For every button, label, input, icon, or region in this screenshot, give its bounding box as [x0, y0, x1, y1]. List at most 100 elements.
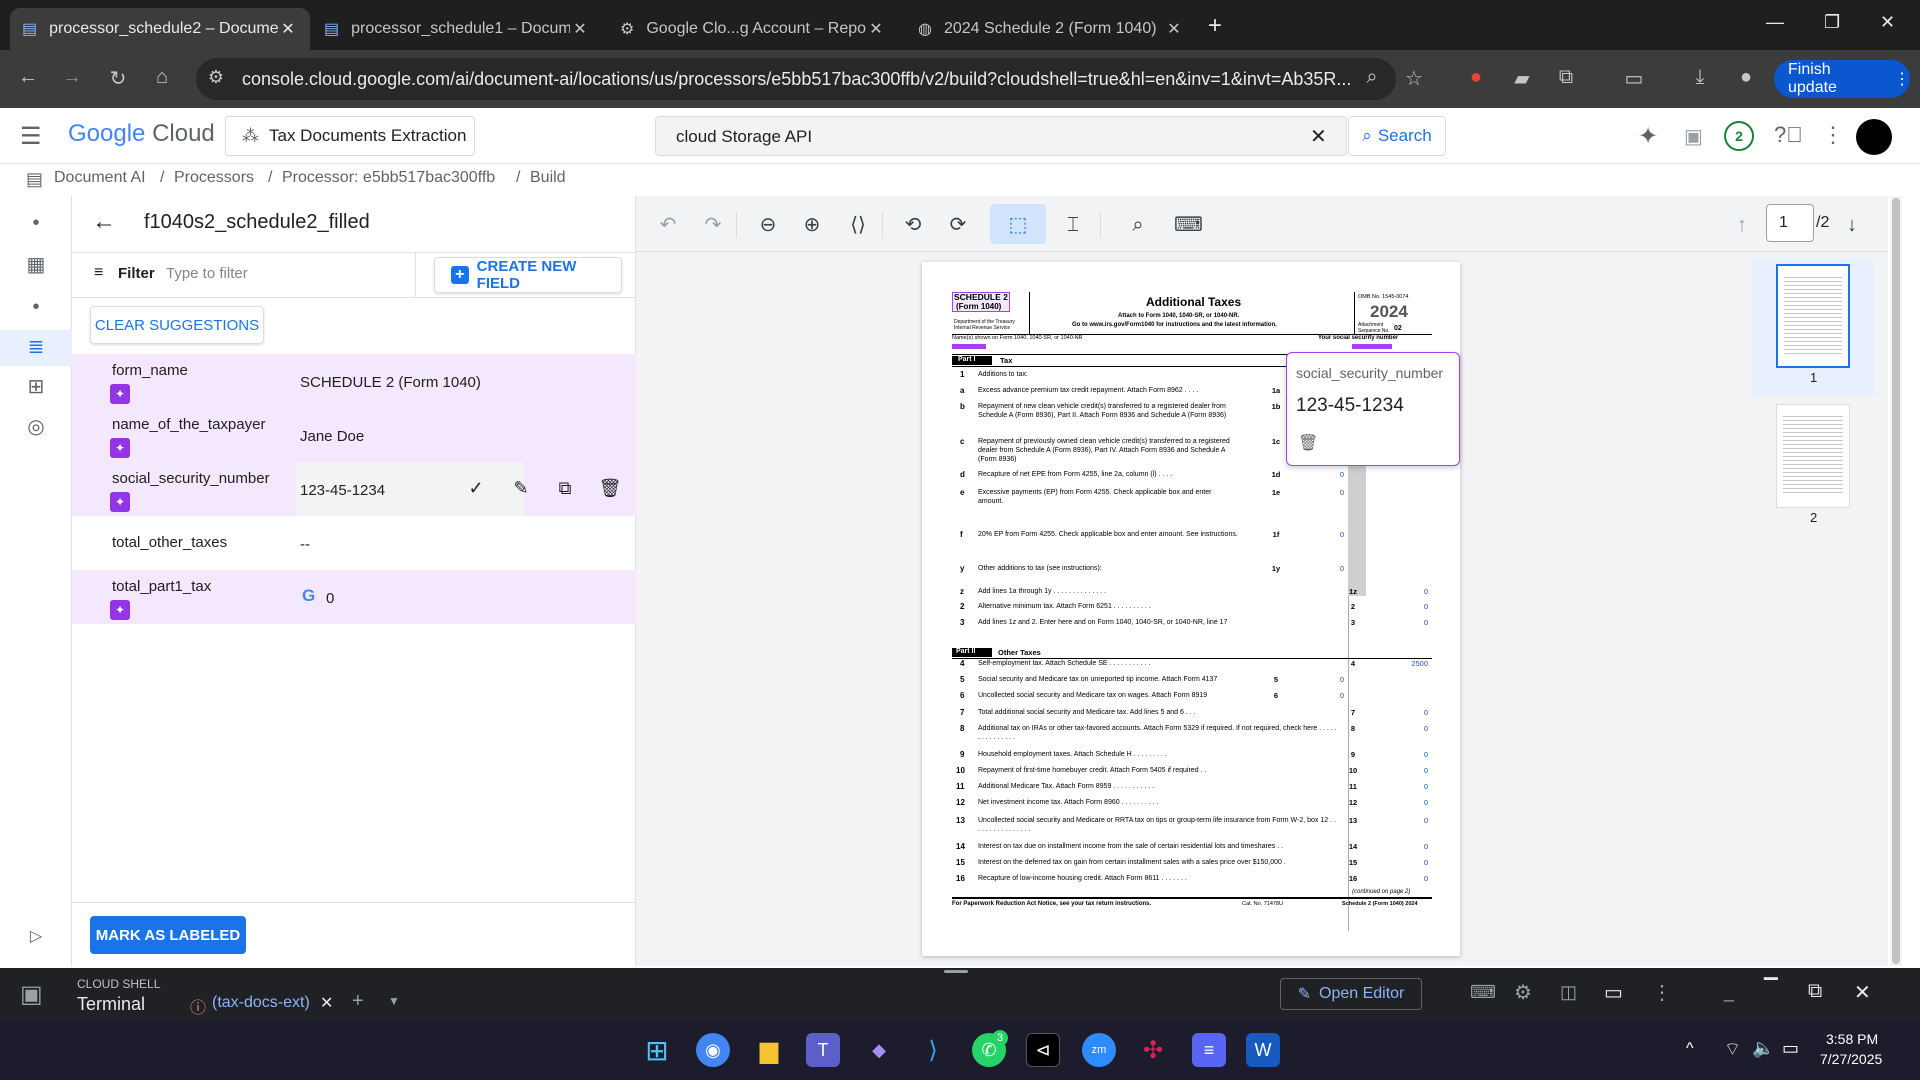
form-line-amount[interactable]: 0 — [1398, 724, 1428, 733]
page-thumbnail[interactable] — [1776, 404, 1850, 508]
close-icon[interactable]: ✕ — [1854, 980, 1871, 1005]
battery-icon[interactable]: ▭ — [1782, 1038, 1799, 1059]
maximize-shell-icon[interactable]: ▔ — [1764, 978, 1778, 999]
volume-icon[interactable]: 🔈 — [1752, 1038, 1774, 1059]
notifications-badge[interactable]: 2 — [1724, 121, 1754, 151]
breadcrumb-processors[interactable]: Processors — [174, 169, 254, 187]
home-icon[interactable]: ⌂ — [148, 66, 176, 89]
open-new-window-icon[interactable]: ⧉ — [1808, 980, 1822, 1003]
taxpayer-name-highlight[interactable] — [952, 344, 986, 349]
keyboard-icon[interactable]: ⌨ — [1174, 211, 1203, 239]
file-explorer-icon[interactable]: ▆ — [752, 1033, 786, 1067]
breadcrumb-processor[interactable]: Processor: e5bb517bac300ffb — [282, 169, 495, 187]
vscode-icon[interactable]: ⟩ — [916, 1033, 950, 1067]
field-row-selected[interactable]: social_security_number ✦ 123-45-1234 ✓ ✎… — [72, 462, 636, 516]
close-window-button[interactable]: ✕ — [1880, 12, 1895, 33]
cloud-shell-icon[interactable]: ▣ — [1684, 124, 1703, 149]
dashboard-icon[interactable]: ▦ — [22, 252, 50, 280]
extensions-puzzle-icon[interactable]: ⧉ — [1552, 66, 1580, 89]
filter-icon[interactable]: ≡ — [94, 264, 103, 282]
search-icon[interactable]: ⌕ — [1124, 211, 1152, 239]
breadcrumb-document-ai[interactable]: Document AI — [54, 169, 146, 187]
expand-rail-icon[interactable]: ▷ — [22, 926, 50, 954]
form-line-amount[interactable]: 0 — [1398, 708, 1428, 717]
field-row[interactable]: total_part1_tax ✦ G 0 — [72, 570, 636, 624]
more-vert-icon[interactable]: ⋮ — [1652, 980, 1672, 1005]
help-icon[interactable]: ?⃝ — [1774, 122, 1803, 148]
field-row[interactable]: form_name ✦ SCHEDULE 2 (Form 1040) — [72, 354, 636, 408]
page-up-arrow-icon[interactable]: ↑ — [1728, 211, 1756, 239]
page-thumbnail[interactable] — [1776, 264, 1850, 368]
evaluate-icon[interactable]: ◎ — [22, 414, 50, 442]
form-line-amount[interactable]: 0 — [1398, 816, 1428, 825]
bounding-box-icon[interactable]: ⬚ — [1004, 211, 1032, 239]
gemini-sparkle-icon[interactable]: ✦ — [1638, 122, 1658, 151]
browser-tab[interactable]: ◍ 2024 Schedule 2 (Form 1040) ✕ — [906, 8, 1196, 50]
field-row[interactable]: total_other_taxes -- — [72, 516, 636, 570]
keyboard-icon[interactable]: ⌨ — [1470, 982, 1496, 1003]
tray-chevron-icon[interactable]: ^ — [1686, 1040, 1694, 1058]
maximize-window-button[interactable]: ❐ — [1824, 12, 1840, 33]
profile-avatar[interactable]: ● — [1732, 66, 1760, 89]
resize-handle[interactable] — [944, 970, 968, 973]
clear-suggestions-button[interactable]: CLEAR SUGGESTIONS — [90, 306, 264, 344]
duplicate-icon[interactable]: ⧉ — [553, 478, 577, 499]
close-icon[interactable]: ✕ — [278, 19, 298, 39]
open-editor-button[interactable]: ✎ Open Editor — [1280, 978, 1422, 1010]
wifi-icon[interactable]: ⌔ — [1724, 1038, 1741, 1061]
close-icon[interactable]: ✕ — [866, 19, 886, 39]
zoom-icon[interactable]: ⌕ — [1358, 66, 1386, 89]
extension-icon[interactable]: ▰ — [1508, 66, 1536, 91]
label-list-icon[interactable]: ≣ — [22, 334, 50, 362]
form-line-amount[interactable]: 0 — [1398, 874, 1428, 883]
site-settings-icon[interactable]: ⚙ — [202, 67, 230, 88]
layout-icon[interactable]: ▭ — [1604, 980, 1623, 1005]
delete-trash-icon[interactable]: 🗑 — [598, 478, 622, 499]
form-line-amount[interactable]: 0 — [1398, 842, 1428, 851]
shell-session-tab[interactable]: (tax-docs-ext) — [212, 994, 310, 1012]
reload-icon[interactable]: ↻ — [104, 66, 132, 91]
form-line-amount[interactable]: 0 — [1398, 750, 1428, 759]
mark-as-labeled-button[interactable]: MARK AS LABELED — [90, 916, 246, 954]
undo-icon[interactable]: ↶ — [654, 211, 682, 239]
extension-icon[interactable]: ● — [1462, 66, 1490, 89]
new-tab-button[interactable]: + — [1208, 12, 1222, 40]
forward-arrow-icon[interactable]: → — [58, 66, 86, 89]
page-down-arrow-icon[interactable]: ↓ — [1838, 211, 1866, 239]
app-icon[interactable]: ⊲ — [1026, 1033, 1060, 1067]
zoom-out-icon[interactable]: ⊖ — [754, 211, 782, 239]
chrome-icon[interactable]: ◉ — [696, 1033, 730, 1067]
form-line-amount[interactable]: 0 — [1398, 587, 1428, 596]
browser-tab[interactable]: ▤ processor_schedule2 – Docume ✕ — [10, 8, 310, 50]
avatar[interactable] — [1856, 119, 1892, 155]
bookmark-star-icon[interactable]: ☆ — [1400, 66, 1428, 91]
dot-icon[interactable]: • — [22, 296, 50, 324]
rotate-left-icon[interactable]: ⟲ — [899, 211, 927, 239]
hamburger-menu-icon[interactable]: ☰ — [20, 122, 42, 151]
form-line-amount[interactable]: 0 — [1398, 618, 1428, 627]
back-arrow-icon[interactable]: ← — [92, 208, 116, 236]
page-number-input[interactable]: 1 — [1766, 204, 1814, 242]
browser-tab[interactable]: ▤ processor_schedule1 – Docume ✕ — [312, 8, 602, 50]
slack-icon[interactable]: ✣ — [1136, 1033, 1170, 1067]
redo-icon[interactable]: ↷ — [699, 211, 727, 239]
form-line-amount[interactable]: 0 — [1398, 782, 1428, 791]
clock-date[interactable]: 7/27/2025 — [1820, 1051, 1882, 1067]
filter-input[interactable]: Type to filter — [166, 265, 248, 282]
form-line-amount[interactable]: 0 — [1314, 564, 1344, 573]
word-icon[interactable]: W — [1246, 1033, 1280, 1067]
add-session-icon[interactable]: + — [352, 990, 364, 1013]
windows-start-icon[interactable]: ⊞ — [640, 1033, 674, 1067]
finish-update-button[interactable]: Finish update ⋮ — [1774, 60, 1910, 98]
zoom-in-icon[interactable]: ⊕ — [798, 211, 826, 239]
clear-search-icon[interactable]: ✕ — [1310, 124, 1327, 149]
form-line-amount[interactable]: 0 — [1398, 798, 1428, 807]
teams-icon[interactable]: T — [806, 1033, 840, 1067]
form-line-amount[interactable]: 0 — [1314, 488, 1344, 497]
form-line-amount[interactable]: 0 — [1398, 602, 1428, 611]
close-icon[interactable]: ✕ — [320, 993, 333, 1013]
close-icon[interactable]: ✕ — [1164, 19, 1184, 39]
form-line-amount[interactable]: 0 — [1314, 675, 1344, 684]
ssn-highlight[interactable] — [1352, 344, 1392, 349]
text-select-icon[interactable]: ⌶ — [1059, 211, 1087, 239]
